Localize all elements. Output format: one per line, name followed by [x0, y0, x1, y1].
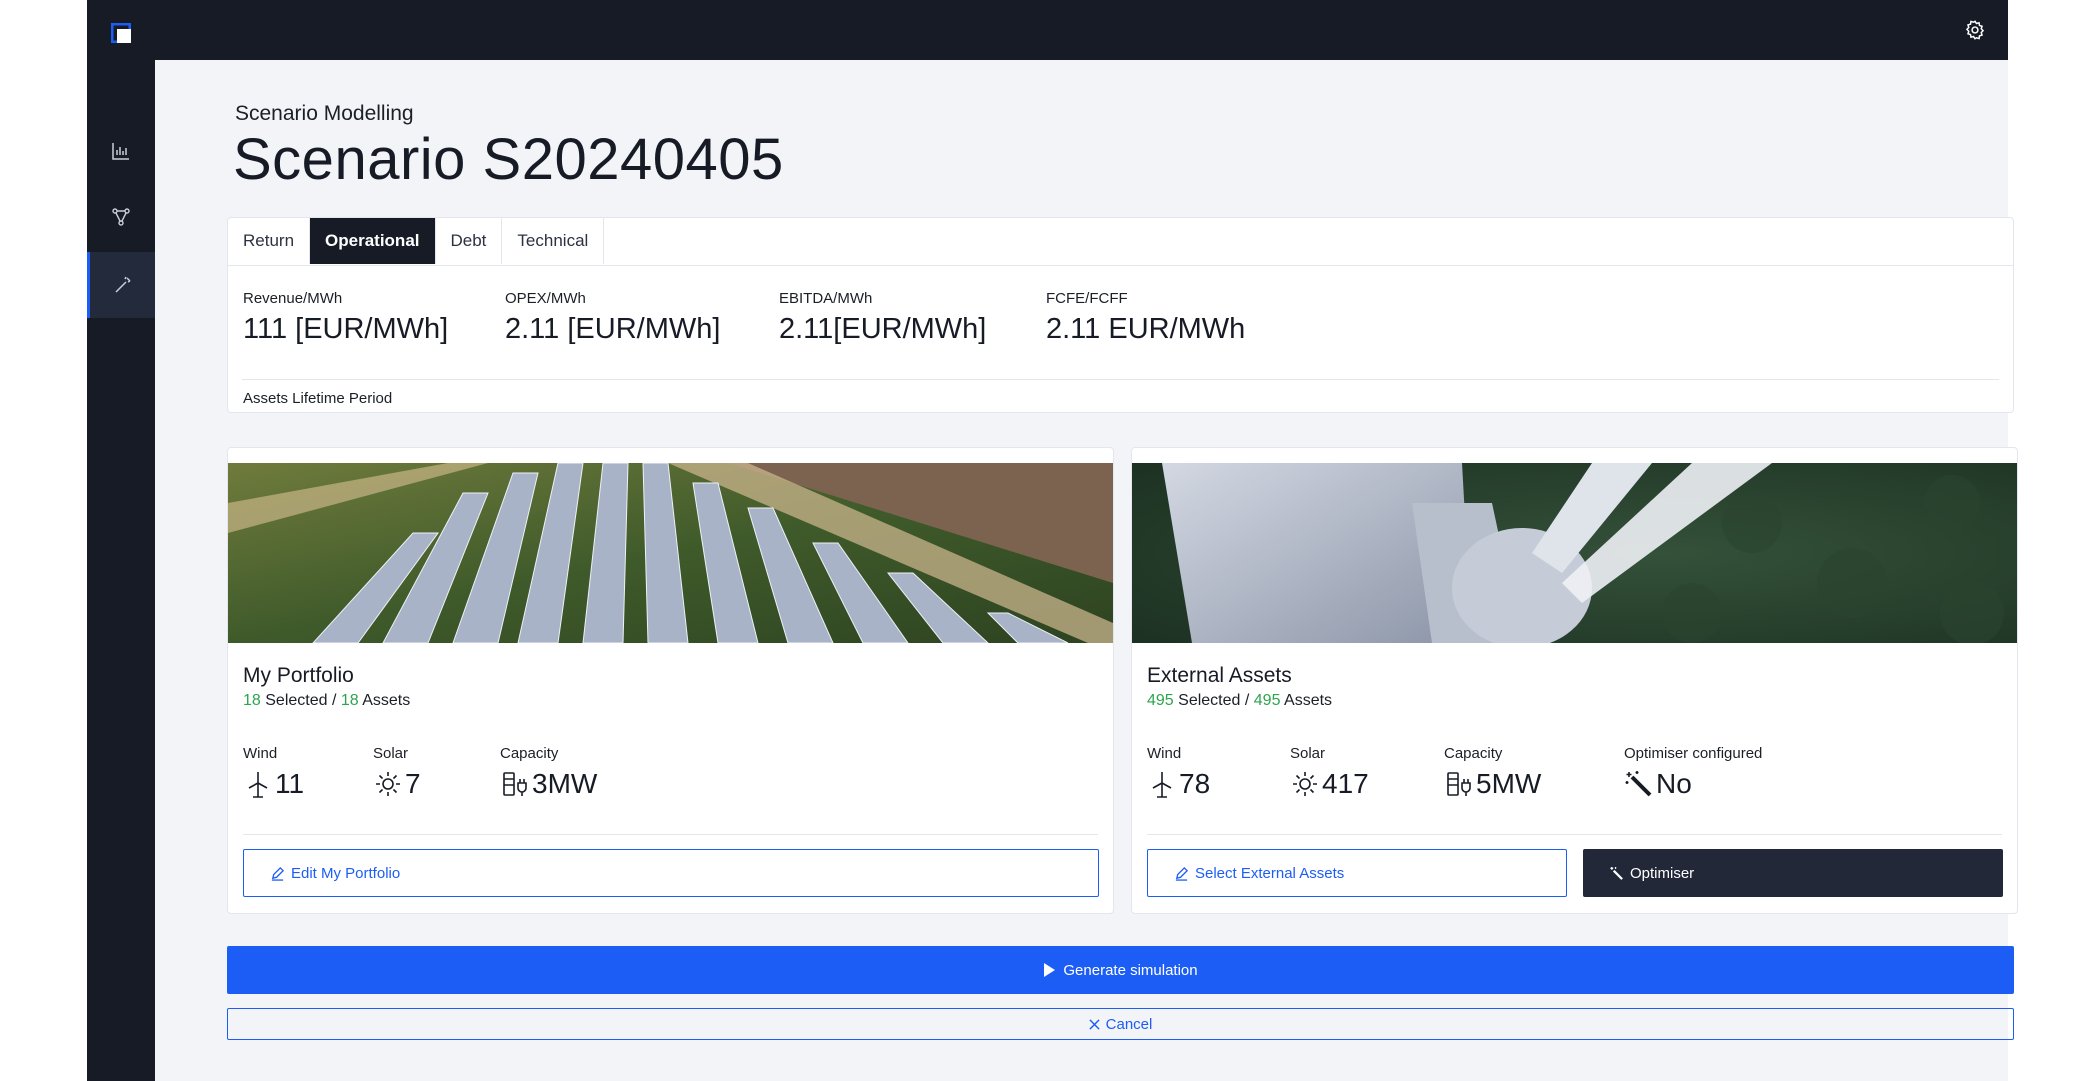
stat-capacity: Capacity 5MW	[1444, 745, 1541, 800]
tab-technical[interactable]: Technical	[502, 218, 605, 264]
sidebar-item-analytics[interactable]	[87, 118, 155, 184]
stat-label: Capacity	[1444, 745, 1503, 762]
app-logo-icon[interactable]	[111, 23, 131, 43]
network-icon	[112, 208, 130, 226]
stat-value: 3MW	[532, 768, 598, 799]
bar-chart-icon	[112, 143, 129, 160]
divider	[1147, 834, 2002, 835]
stat-label: Capacity	[500, 745, 559, 762]
plug-icon	[503, 772, 527, 796]
selected-count: 495	[1147, 692, 1174, 709]
wind-turbine-icon	[1152, 772, 1172, 798]
assets-lifetime-label: Assets Lifetime Period	[243, 390, 393, 407]
button-label: Optimiser	[1630, 864, 1695, 882]
wind-turbine-image	[1132, 463, 2017, 643]
total-text: Assets	[1284, 692, 1333, 709]
tab-debt[interactable]: Debt	[436, 218, 503, 264]
kpi-card: Return Operational Debt Technical Revenu…	[227, 217, 2014, 413]
kpi-label: FCFE/FCFF	[1046, 290, 1128, 307]
sidebar-item-scenarios[interactable]	[87, 252, 155, 318]
selected-text: Selected /	[265, 692, 337, 709]
kpi-label: EBITDA/MWh	[779, 290, 873, 307]
generate-simulation-button[interactable]: Generate simulation	[227, 946, 2014, 994]
play-icon	[1044, 963, 1056, 977]
tab-return[interactable]: Return	[228, 218, 311, 264]
external-selection-summary: 495 Selected / 495 Assets	[1147, 692, 1332, 710]
page-title: Scenario S20240405	[233, 127, 784, 192]
stat-solar: Solar 417	[1290, 745, 1369, 800]
portfolio-card: My Portfolio 18 Selected / 18 Assets Win…	[227, 447, 1114, 914]
stat-label: Optimiser configured	[1624, 745, 1763, 762]
cancel-button[interactable]: Cancel	[227, 1008, 2014, 1040]
selected-count: 18	[243, 692, 261, 709]
breadcrumb: Scenario Modelling	[235, 102, 414, 125]
stat-label: Wind	[1147, 745, 1182, 762]
app-shell: Scenario Modelling Scenario S20240405 Re…	[87, 0, 2018, 1081]
sun-icon	[376, 772, 400, 796]
pencil-icon	[1175, 866, 1189, 881]
stat-value: 417	[1322, 768, 1369, 799]
stat-optimiser: Optimiser configured No	[1624, 745, 1762, 800]
stat-value: 7	[405, 768, 421, 799]
portfolio-title: My Portfolio	[243, 664, 354, 687]
button-label: Edit My Portfolio	[291, 864, 401, 882]
tab-operational[interactable]: Operational	[310, 218, 436, 264]
magic-wand-icon	[1625, 771, 1652, 797]
stat-label: Wind	[243, 745, 278, 762]
total-count: 18	[340, 692, 359, 709]
divider	[243, 834, 1098, 835]
plug-icon	[1447, 772, 1471, 796]
stat-wind: Wind 78	[1147, 745, 1210, 800]
stat-value: 5MW	[1476, 768, 1542, 799]
magic-wand-icon	[1610, 866, 1623, 880]
external-assets-title: External Assets	[1147, 664, 1292, 687]
total-count: 495	[1253, 692, 1281, 709]
kpi-label: OPEX/MWh	[505, 290, 586, 307]
divider	[242, 379, 1999, 380]
top-bar	[87, 0, 2008, 60]
wind-turbine-icon	[248, 772, 268, 798]
stat-value: 11	[275, 768, 305, 799]
stat-label: Solar	[1290, 745, 1326, 762]
button-label: Generate simulation	[1063, 961, 1198, 979]
button-label: Select External Assets	[1195, 864, 1345, 882]
stat-label: Solar	[373, 745, 409, 762]
kpi-ebitda: EBITDA/MWh 2.11[EUR/MWh]	[779, 290, 986, 346]
portfolio-selection-summary: 18 Selected / 18 Assets	[243, 692, 410, 710]
gear-icon[interactable]	[1964, 19, 1986, 41]
stat-value: No	[1656, 768, 1692, 799]
sidebar	[87, 60, 155, 1081]
stat-value: 78	[1179, 768, 1211, 799]
stat-capacity: Capacity 3MW	[500, 745, 597, 800]
external-assets-card: External Assets 495 Selected / 495 Asset…	[1131, 447, 2018, 914]
select-external-assets-button[interactable]: Select External Assets	[1147, 849, 1567, 897]
selected-text: Selected /	[1178, 692, 1250, 709]
kpi-value: 2.11 [EUR/MWh]	[505, 313, 721, 345]
close-icon	[1089, 1018, 1100, 1030]
kpi-label: Revenue/MWh	[243, 290, 343, 307]
kpi-opex: OPEX/MWh 2.11 [EUR/MWh]	[505, 290, 720, 346]
sidebar-item-network[interactable]	[87, 184, 155, 250]
total-text: Assets	[362, 692, 411, 709]
button-label: Cancel	[1105, 1015, 1153, 1033]
kpi-revenue: Revenue/MWh 111 [EUR/MWh]	[243, 290, 448, 346]
kpi-value: 111 [EUR/MWh]	[243, 313, 449, 345]
solar-farm-image	[228, 463, 1113, 643]
kpi-value: 2.11 EUR/MWh	[1046, 313, 1246, 345]
optimiser-button[interactable]: Optimiser	[1583, 849, 2003, 897]
stat-wind: Wind 11	[243, 745, 304, 800]
tab-bar: Return Operational Debt Technical	[228, 218, 2013, 266]
kpi-fcfe: FCFE/FCFF 2.11 EUR/MWh	[1046, 290, 1245, 346]
kpi-value: 2.11[EUR/MWh]	[779, 313, 987, 345]
edit-portfolio-button[interactable]: Edit My Portfolio	[243, 849, 1099, 897]
pencil-icon	[271, 866, 285, 881]
wand-icon	[114, 276, 131, 293]
sun-icon	[1293, 772, 1317, 796]
stat-solar: Solar 7	[373, 745, 421, 800]
